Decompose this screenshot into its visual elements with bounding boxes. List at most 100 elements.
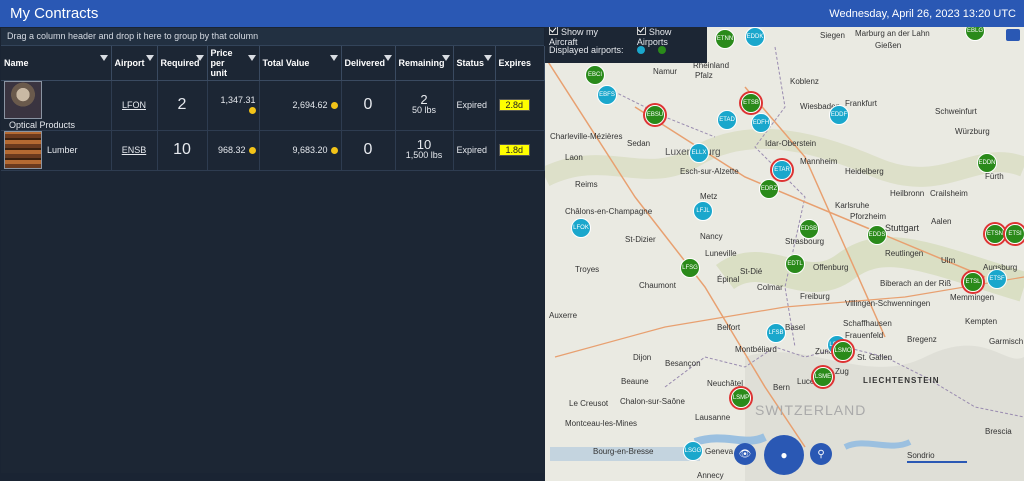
checkbox-icon[interactable] <box>549 27 558 35</box>
map-place-label: St-Dié <box>740 267 763 276</box>
airport-marker[interactable]: EDSB <box>799 219 819 239</box>
airport-marker[interactable]: ETSI <box>1005 224 1024 244</box>
airport-marker[interactable]: EBFS <box>597 85 617 105</box>
airport-marker[interactable]: LFSG <box>680 258 700 278</box>
checkbox-icon[interactable] <box>636 27 646 35</box>
map-place-label: Idar-Oberstein <box>765 139 817 148</box>
map-place-label: Colmar <box>757 283 783 292</box>
filter-icon[interactable] <box>99 55 108 61</box>
airport-marker[interactable]: EDDF <box>829 105 849 125</box>
airport-marker[interactable]: ETSF <box>987 269 1007 289</box>
airport-link[interactable]: LFON <box>115 100 154 110</box>
airport-marker[interactable]: EDDS <box>867 225 887 245</box>
map-place-label: Nancy <box>700 232 723 241</box>
displayed-airports-label: Displayed airports: <box>549 45 624 55</box>
airport-marker[interactable]: ELLX <box>689 143 709 163</box>
map-place-label: Bourg-en-Bresse <box>593 447 654 456</box>
map-place-label: Ulm <box>941 256 956 265</box>
column-header-delivered[interactable]: Delivered <box>341 46 396 81</box>
expires-badge: 2.8d <box>498 99 531 112</box>
product-thumbnail <box>4 81 42 119</box>
map-place-label: Neuchâtel <box>707 379 744 388</box>
map-place-label: Lausanne <box>695 413 731 422</box>
airport-filter-blue[interactable] <box>636 46 645 54</box>
map-place-label: Frankfurt <box>845 99 878 108</box>
column-header-required[interactable]: Required <box>157 46 208 81</box>
airport-marker[interactable]: LFJL <box>693 201 713 221</box>
airport-marker[interactable]: EBSU <box>645 105 665 125</box>
map-place-label: Biberach an der Riß <box>880 279 952 288</box>
eye-icon[interactable]: 👁 <box>734 443 756 465</box>
show-aircraft-toggle[interactable]: Show my Aircraft <box>549 27 627 47</box>
map-place-label: St-Dizier <box>625 235 656 244</box>
map-place-label: Bregenz <box>907 335 937 344</box>
airport-marker[interactable]: LFSB <box>766 323 786 343</box>
column-header-status[interactable]: Status <box>453 46 496 81</box>
airport-marker[interactable]: EDDN <box>977 153 997 173</box>
map-expand-icon[interactable] <box>1006 29 1020 41</box>
filter-icon[interactable] <box>441 55 450 61</box>
delivered-cell: 0 <box>341 130 396 171</box>
airport-marker[interactable]: LSGG <box>683 441 703 461</box>
airport-link[interactable]: ENSB <box>115 145 154 155</box>
filter-icon[interactable] <box>145 55 154 61</box>
window-title: My Contracts <box>10 5 99 22</box>
column-header-expires[interactable]: Expires <box>495 46 545 81</box>
map-place-label: Heilbronn <box>890 189 925 198</box>
column-header-name[interactable]: Name <box>1 46 112 81</box>
map-place-label: Geneva <box>705 447 734 456</box>
airport-marker[interactable]: LSMP <box>731 388 751 408</box>
map-place-label: Troyes <box>575 265 600 274</box>
airport-marker[interactable]: ETSL <box>963 272 983 292</box>
map-place-label: Le Creusot <box>569 399 609 408</box>
airport-marker[interactable]: ETNN <box>715 29 735 49</box>
column-header-remaining[interactable]: Remaining <box>395 46 454 81</box>
airport-marker[interactable]: EDTL <box>785 254 805 274</box>
filter-icon[interactable] <box>247 55 256 61</box>
map-place-label: Namur <box>653 67 678 76</box>
column-header-price[interactable]: Price per unit <box>207 46 260 81</box>
map-place-label: St. Gallen <box>857 353 893 362</box>
filter-icon[interactable] <box>483 55 492 61</box>
title-bar: My Contracts Wednesday, April 26, 2023 1… <box>0 0 1024 27</box>
search-icon[interactable]: ⚲ <box>810 443 832 465</box>
map-place-label: Sedan <box>627 139 651 148</box>
map-place-label: Bern <box>773 383 790 392</box>
table-row[interactable]: Optical Products LFON 2 1,347.31 2,694.6… <box>1 80 545 131</box>
airport-marker[interactable]: EDFH <box>751 113 771 133</box>
map-place-label: LIECHTENSTEIN <box>863 376 940 385</box>
map-place-label: Crailsheim <box>930 189 968 198</box>
filter-icon[interactable] <box>329 55 338 61</box>
airport-marker[interactable]: ETAD <box>717 110 737 130</box>
map-place-label: Reims <box>575 180 598 189</box>
airport-filter-green[interactable] <box>657 46 666 54</box>
table-row[interactable]: Lumber ENSB 10 968.32 9,683.20 0 10 1,500… <box>1 130 545 171</box>
airport-marker[interactable]: LFOK <box>571 218 591 238</box>
airport-marker[interactable]: EDDK <box>745 27 765 47</box>
map-place-label: Karlsruhe <box>835 201 870 210</box>
column-header-airport[interactable]: Airport <box>111 46 158 81</box>
airport-marker[interactable]: EDRZ <box>759 179 779 199</box>
map-place-label: Annecy <box>697 471 724 480</box>
map-place-label: Montceau-les-Mines <box>565 419 638 428</box>
map-place-label: Frauenfeld <box>845 331 884 340</box>
column-header-total[interactable]: Total Value <box>259 46 342 81</box>
expires-cell: 1.8d <box>495 130 545 171</box>
airport-marker[interactable]: ETSB <box>741 93 761 113</box>
map-place-label: Fürth <box>985 172 1004 181</box>
required-cell: 10 <box>157 130 208 171</box>
map-place-label: Pforzheim <box>850 212 887 221</box>
airport-marker[interactable]: LSME <box>813 367 833 387</box>
map-place-label: Laon <box>565 153 583 162</box>
filter-icon[interactable] <box>195 55 204 61</box>
required-cell: 2 <box>157 80 208 131</box>
filter-icon[interactable] <box>383 55 392 61</box>
airport-marker[interactable]: ETAR <box>772 160 792 180</box>
pan-control-icon[interactable]: ● <box>764 435 804 475</box>
airport-marker[interactable]: EBCI <box>585 65 605 85</box>
show-airports-toggle[interactable]: Show Airports <box>636 27 703 47</box>
map-place-label: Luneville <box>705 249 737 258</box>
airport-marker[interactable]: LSMO <box>833 341 853 361</box>
airport-marker[interactable]: ETSN <box>985 224 1005 244</box>
map-view[interactable]: Siegen Marburg an der Lahn Gießen Koblen… <box>545 27 1024 481</box>
